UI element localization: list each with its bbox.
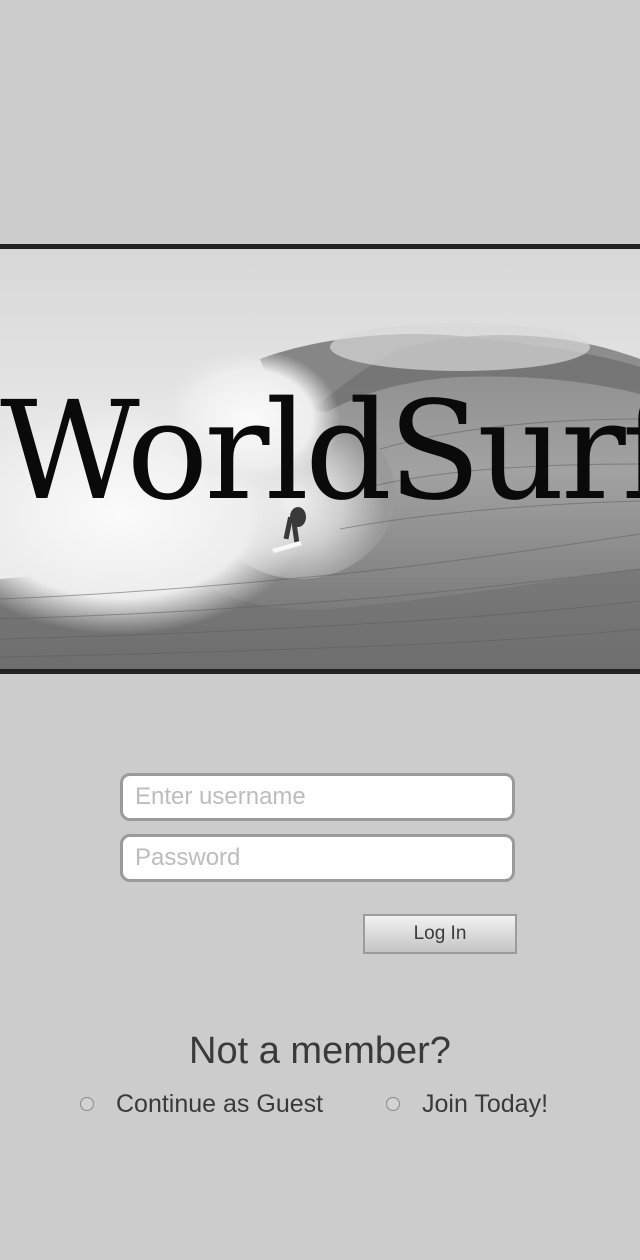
hero-banner: WorldSurf	[0, 244, 640, 674]
brand-title: WorldSurf	[0, 373, 640, 531]
guest-option-label: Continue as Guest	[116, 1089, 324, 1118]
signup-prompt: Not a member?	[189, 1030, 451, 1072]
join-option-label: Join Today!	[422, 1089, 549, 1118]
username-input[interactable]	[120, 773, 515, 821]
guest-option[interactable]: Continue as Guest	[80, 1086, 323, 1122]
join-option[interactable]: Join Today!	[386, 1086, 548, 1122]
password-input[interactable]	[120, 834, 515, 882]
guest-radio-icon[interactable]	[80, 1097, 94, 1111]
join-radio-icon[interactable]	[386, 1097, 400, 1111]
login-button[interactable]: Log In	[363, 914, 517, 954]
